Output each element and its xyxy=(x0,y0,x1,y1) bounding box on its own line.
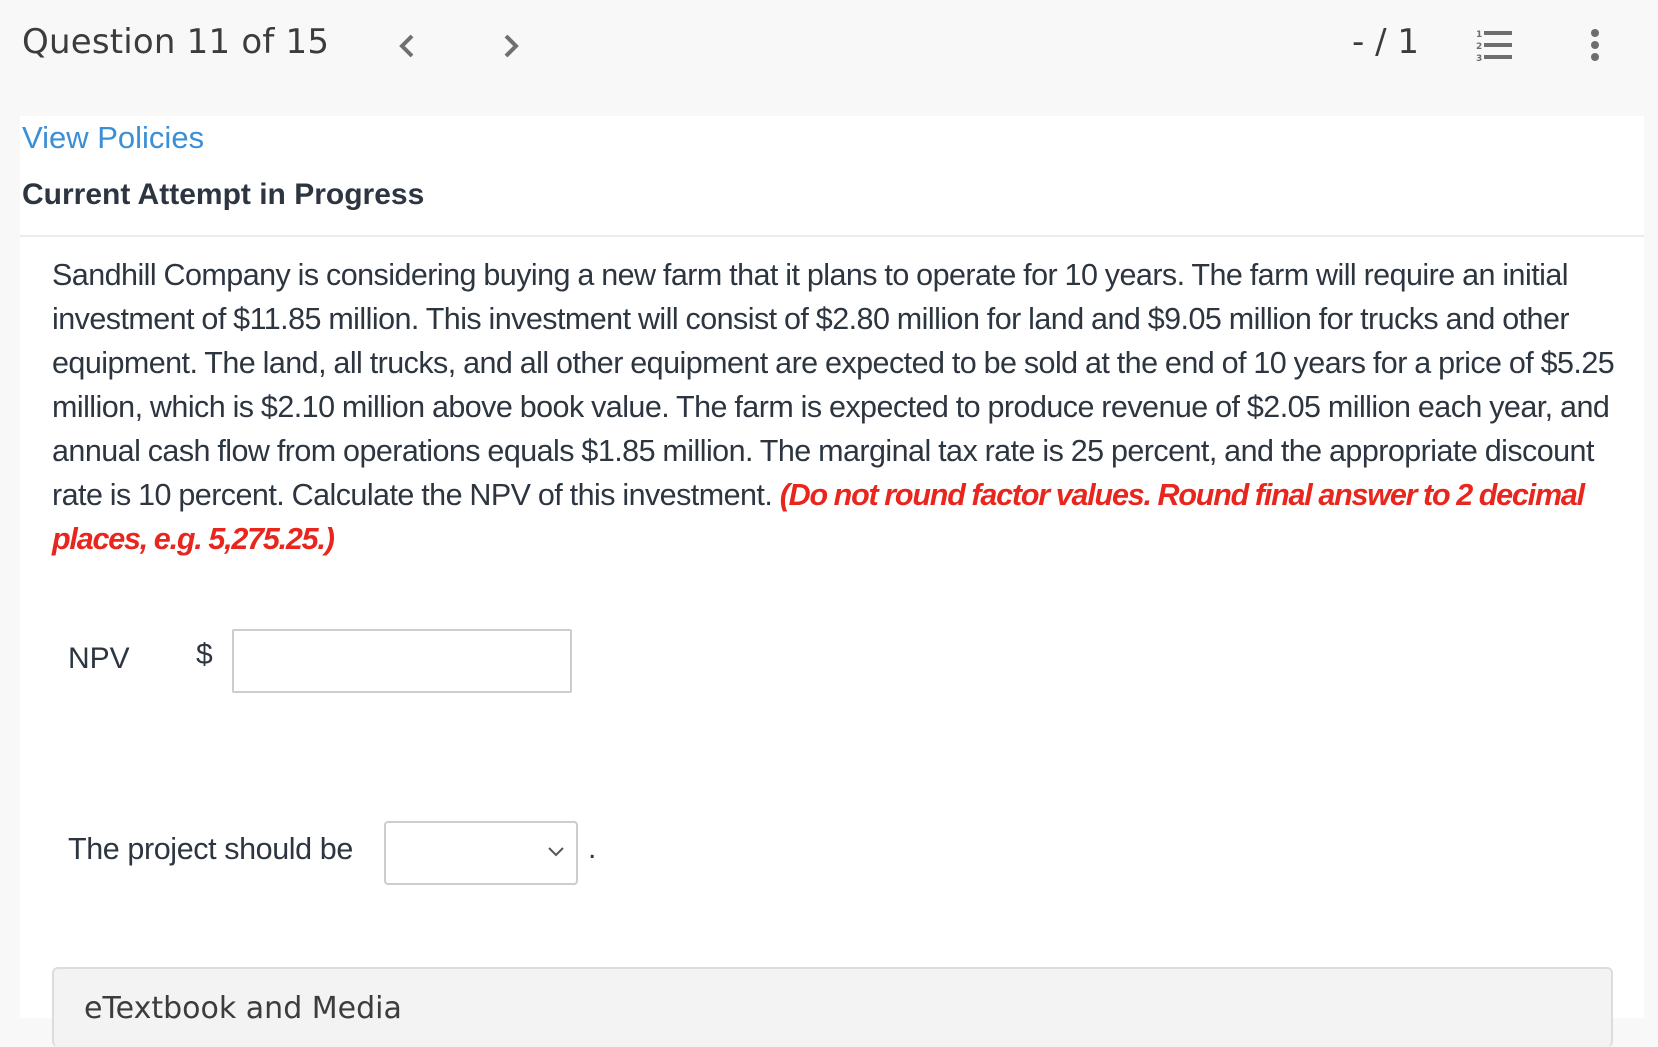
view-policies-link[interactable]: View Policies xyxy=(22,120,204,156)
etextbook-media-title: eTextbook and Media xyxy=(84,991,402,1026)
question-body: Sandhill Company is considering buying a… xyxy=(52,258,1615,512)
sentence-period: . xyxy=(588,832,597,865)
score-display: - / 1 xyxy=(1352,22,1419,62)
question-text: Sandhill Company is considering buying a… xyxy=(52,253,1632,561)
more-options-button[interactable] xyxy=(1580,26,1610,66)
svg-text:3: 3 xyxy=(1476,54,1482,64)
project-decision-label: The project should be xyxy=(68,832,353,866)
more-vertical-icon xyxy=(1591,29,1599,61)
etextbook-media-section[interactable]: eTextbook and Media xyxy=(52,967,1613,1047)
question-header: Question 11 of 15 - / 1 1 2 3 xyxy=(0,0,1658,116)
question-panel: View Policies Current Attempt in Progres… xyxy=(20,116,1644,1047)
npv-label: NPV xyxy=(68,642,130,675)
question-list-button[interactable]: 1 2 3 xyxy=(1474,26,1520,66)
npv-input[interactable] xyxy=(232,629,572,693)
svg-text:1: 1 xyxy=(1476,30,1482,40)
chevron-left-icon xyxy=(399,34,414,58)
chevron-down-icon xyxy=(548,847,564,857)
next-question-button[interactable] xyxy=(496,28,526,64)
previous-question-button[interactable] xyxy=(392,28,422,64)
svg-text:2: 2 xyxy=(1476,42,1482,52)
chevron-right-icon xyxy=(504,34,519,58)
attempt-status-heading: Current Attempt in Progress xyxy=(22,178,425,211)
divider xyxy=(20,235,1644,237)
question-counter: Question 11 of 15 xyxy=(22,22,330,62)
currency-symbol: $ xyxy=(196,638,213,671)
numbered-list-icon: 1 2 3 xyxy=(1476,30,1512,64)
project-decision-select[interactable] xyxy=(384,821,578,885)
